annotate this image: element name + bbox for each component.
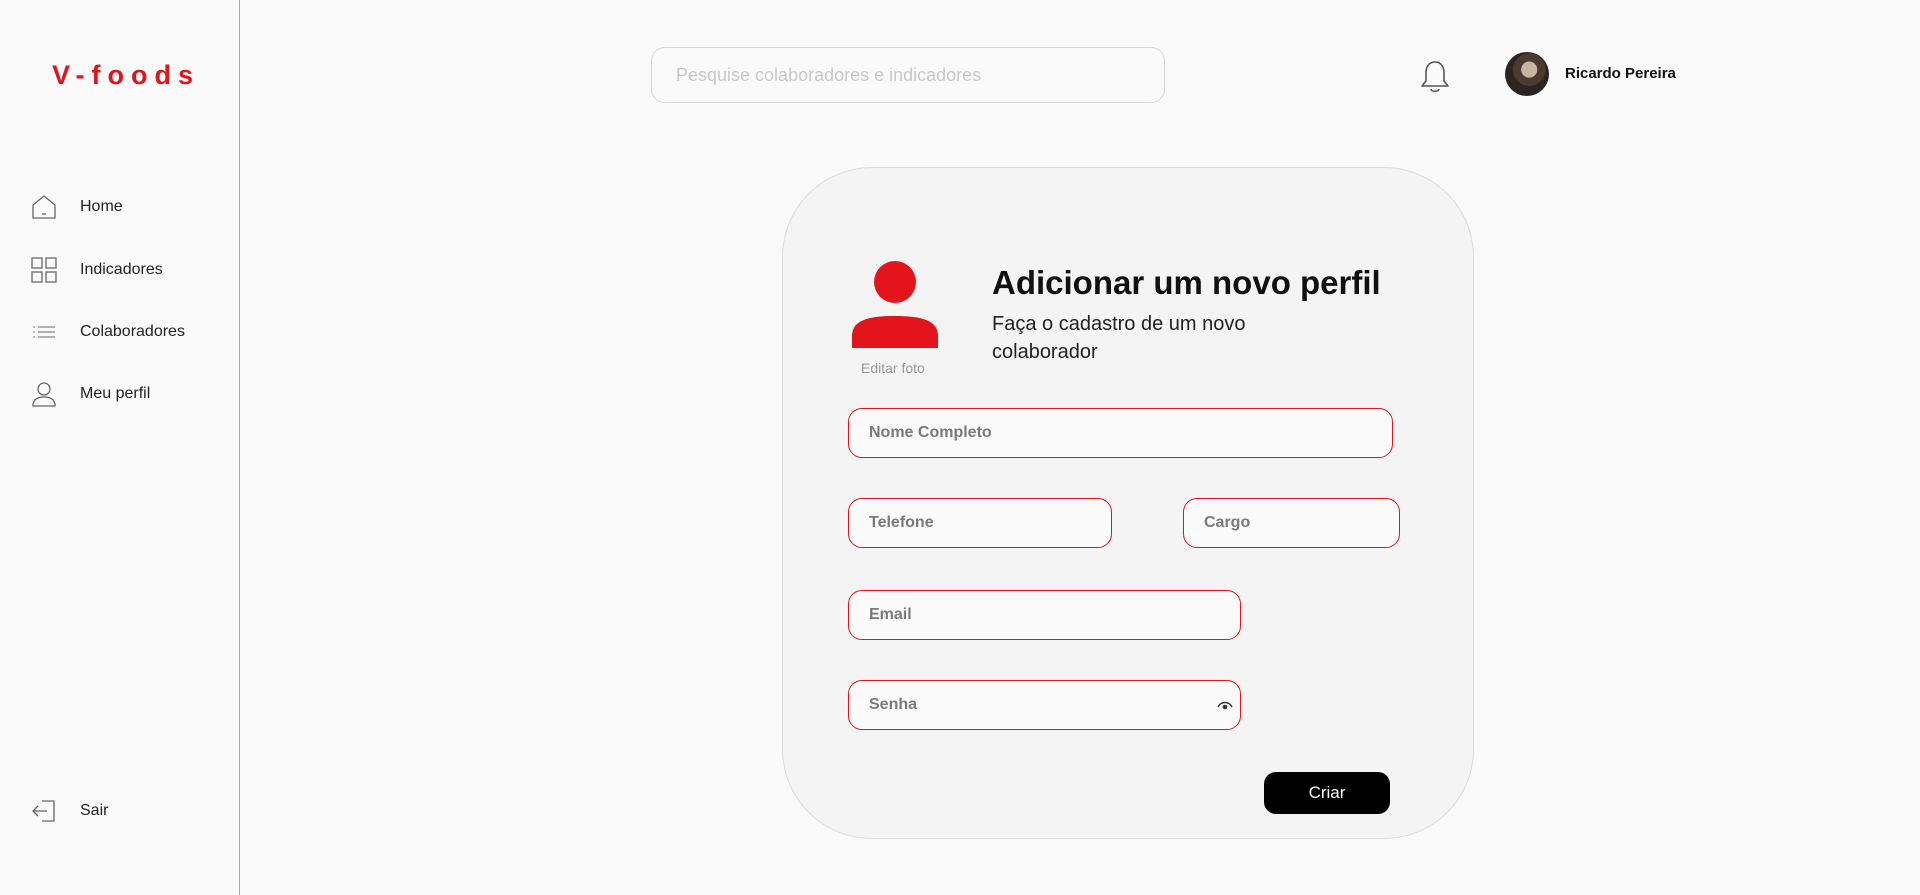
sidebar-item-colaboradores[interactable]: Colaboradores [30,318,185,346]
page-subtitle: Faça o cadastro de um novo colaborador [992,313,1246,363]
brand-logo[interactable]: V-foods [52,60,200,91]
sidebar: V-foods Home Indicadores Colaboradores M… [0,0,240,895]
phone-field[interactable] [848,498,1112,548]
profile-photo-icon[interactable] [851,260,939,348]
sidebar-item-meu-perfil[interactable]: Meu perfil [30,380,150,408]
sidebar-item-label: Meu perfil [80,385,151,402]
eye-icon[interactable] [1217,700,1233,712]
password-field[interactable] [848,680,1241,730]
create-button[interactable]: Criar [1264,772,1390,814]
email-field[interactable] [848,590,1241,640]
role-field[interactable] [1183,498,1400,548]
full-name-field[interactable] [848,408,1393,458]
search-input[interactable] [651,47,1165,103]
grid-icon [31,257,57,283]
page-title: Adicionar um novo perfil [992,264,1381,301]
sidebar-item-label: Colaboradores [80,323,185,340]
list-icon [33,326,55,338]
sidebar-item-label: Sair [80,802,109,819]
logout-icon [32,800,55,822]
user-icon [32,382,56,407]
sidebar-item-home[interactable]: Home [30,193,123,221]
sidebar-item-label: Indicadores [80,261,163,278]
home-icon [32,195,56,219]
edit-photo-link[interactable]: Editar foto [861,360,925,376]
avatar[interactable] [1505,52,1549,96]
sidebar-item-label: Home [80,198,123,215]
sidebar-item-indicadores[interactable]: Indicadores [30,256,163,284]
sidebar-item-sair[interactable]: Sair [30,797,108,825]
user-name[interactable]: Ricardo Pereira [1565,65,1676,82]
add-profile-card: Editar foto Adicionar um novo perfil Faç… [782,167,1474,839]
bell-icon[interactable] [1419,59,1451,95]
